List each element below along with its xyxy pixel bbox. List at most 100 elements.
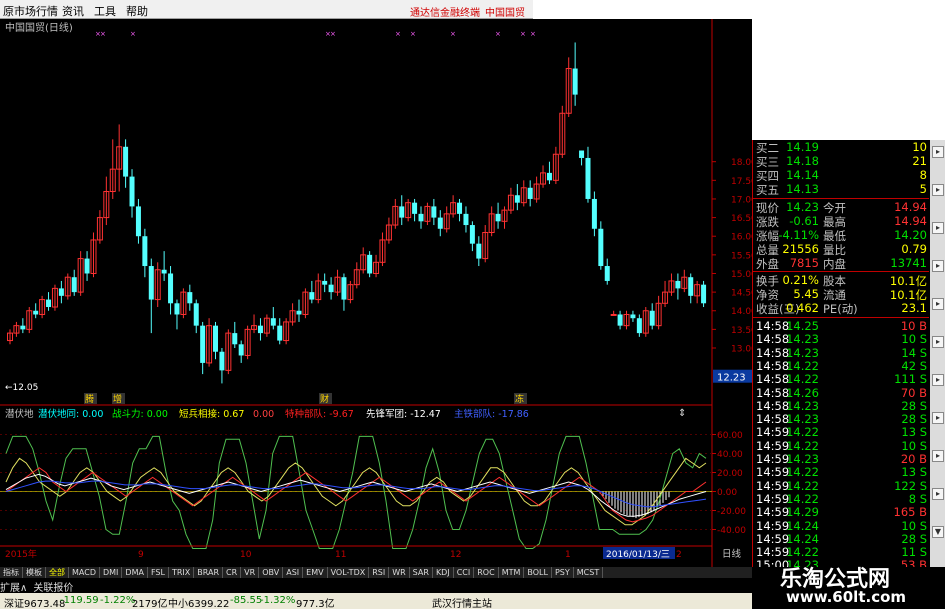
cursor-date: 2016/01/13/三 bbox=[606, 550, 670, 560]
scroll-button-icon[interactable]: ▸ bbox=[932, 146, 944, 158]
low-marker: ←12.05 bbox=[5, 383, 38, 393]
indicator-tick-label: 0.00 bbox=[717, 488, 737, 498]
indicator-tab[interactable]: 全部 bbox=[46, 567, 69, 578]
quote-separator bbox=[753, 271, 929, 272]
indicator-tab[interactable]: FSL bbox=[148, 567, 169, 578]
quote-panel: 买二 14.19 10 买三 14.18 21 买四 14.14 8 买五 14.13 5 现价 14.2… bbox=[752, 140, 945, 586]
indicator-tab[interactable]: CCI bbox=[454, 567, 475, 578]
scroll-button-icon[interactable]: ▼ bbox=[932, 526, 944, 538]
tick-row-cell: 8 S bbox=[908, 491, 927, 506]
header-link-1[interactable]: 中国国贸 bbox=[485, 4, 525, 19]
bid-row-cell: 14.18 bbox=[786, 154, 819, 168]
indicator-tab[interactable]: DMI bbox=[100, 567, 123, 578]
indicator-field: 主铁部队: -17.86 bbox=[454, 408, 529, 420]
indicator-tab[interactable]: SAR bbox=[410, 567, 433, 578]
indicator-tab[interactable]: 模板 bbox=[23, 567, 46, 578]
indicator-tab[interactable]: OBV bbox=[259, 567, 284, 578]
indicator-tab[interactable]: VOL-TDX bbox=[328, 567, 370, 578]
menu-item-3[interactable]: 帮助 bbox=[126, 3, 148, 19]
tick-row-cell: 10 S bbox=[901, 438, 927, 453]
signal-dot: × bbox=[395, 30, 401, 38]
scroll-button-icon[interactable]: ▸ bbox=[932, 222, 944, 234]
indicator-tab[interactable]: BRAR bbox=[194, 567, 224, 578]
price-tick-label: 14.00 bbox=[731, 307, 752, 317]
scroll-button-icon[interactable]: ▸ bbox=[932, 298, 944, 310]
indicator-tab[interactable]: VR bbox=[241, 567, 260, 578]
expand-icon[interactable]: ⇕ bbox=[678, 408, 686, 419]
quote-separator bbox=[753, 317, 929, 318]
scroll-button-icon[interactable]: ▸ bbox=[932, 260, 944, 272]
menu-item-2[interactable]: 工具 bbox=[94, 3, 116, 19]
stat-row-cell: -0.61 bbox=[789, 214, 819, 228]
stat-row-cell: 14.94 bbox=[894, 200, 927, 214]
indicator-tab[interactable]: PSY bbox=[552, 567, 574, 578]
period-label[interactable]: 日线 bbox=[722, 548, 742, 560]
header-link-0[interactable]: 通达信金融终端 bbox=[410, 4, 480, 19]
indicator-field: 战斗力: 0.00 bbox=[112, 408, 168, 420]
stat-row-cell: 14.20 bbox=[894, 228, 927, 242]
event-mark[interactable]: 财 bbox=[320, 393, 329, 405]
candle-body-down bbox=[701, 284, 707, 304]
tick-row-cell: 14.22 bbox=[786, 465, 819, 480]
candle-body-up bbox=[610, 313, 617, 316]
stat-row: 外盘 7815 内盘 13741 bbox=[753, 256, 929, 272]
status-bar: 深证9673.48 -119.59 -1.22% 2179亿 中小6399.22 -85.… bbox=[0, 593, 752, 609]
candle-body-down bbox=[58, 288, 64, 296]
scroll-button-icon[interactable]: ▸ bbox=[932, 488, 944, 500]
signal-dot: × bbox=[520, 30, 526, 38]
tick-row-cell: 122 S bbox=[894, 478, 927, 493]
candle-body-down bbox=[604, 266, 610, 281]
indicator-tab[interactable]: DMA bbox=[122, 567, 148, 578]
indicator-field: 短兵相接: 0.67 bbox=[179, 408, 244, 420]
kline-chart[interactable]: 中国国贸(日线) 18.00 17.50 17.00 16.50 16.00 15.50 15… bbox=[0, 19, 752, 567]
tick-row-cell: 14.22 bbox=[786, 545, 819, 560]
candle-body-down bbox=[296, 310, 302, 315]
scroll-button-icon[interactable]: ▸ bbox=[932, 184, 944, 196]
indicator-tab[interactable]: MCST bbox=[574, 567, 604, 578]
signal-dot: × bbox=[530, 30, 536, 38]
price-tick-label: 14.50 bbox=[731, 289, 752, 299]
event-mark[interactable]: 冻 bbox=[515, 393, 524, 405]
tick-row-cell: 14.23 bbox=[786, 398, 819, 413]
candle-body-down bbox=[457, 202, 463, 214]
indicator-tab[interactable]: MACD bbox=[69, 567, 100, 578]
date-tick-label: 2015年 bbox=[5, 548, 37, 560]
indicator-tab[interactable]: EMV bbox=[303, 567, 328, 578]
tick-row-cell: 10 S bbox=[901, 332, 927, 347]
candle-body-down bbox=[341, 277, 347, 300]
scroll-button-icon[interactable]: ▸ bbox=[932, 412, 944, 424]
tick-row-cell: 14.22 bbox=[786, 358, 819, 373]
candle-body-down bbox=[193, 303, 199, 326]
scroll-button-icon[interactable]: ▸ bbox=[932, 374, 944, 386]
indicator-tab[interactable]: WR bbox=[389, 567, 410, 578]
tick-row-cell: 14:59 bbox=[756, 531, 790, 546]
indicator-tab[interactable]: BOLL bbox=[524, 567, 552, 578]
tick-row-cell: 14:59 bbox=[756, 438, 790, 453]
indicator-tab[interactable]: RSI bbox=[369, 567, 390, 578]
stat-row-cell: 内盘 bbox=[823, 257, 846, 271]
menu-item-0[interactable]: 原市场行情 bbox=[3, 3, 58, 19]
quote-scrollbar[interactable]: ▸ ▸ ▸ ▸ ▸ ▸ ▸ ▸ ▸ ▸ ▼ bbox=[930, 140, 945, 567]
indicator-tab[interactable]: ROC bbox=[474, 567, 499, 578]
indicator-tab[interactable]: KDJ bbox=[433, 567, 454, 578]
tick-row-cell: 14.23 bbox=[786, 412, 819, 427]
tick-row-cell: 14:58 bbox=[756, 372, 790, 387]
indicator-tabs: 指标 模板 全部 MACD DMI DMA FSL TRIX BRAR CR VR OBV ASI EMV… bbox=[0, 567, 752, 578]
event-mark[interactable]: 腾 bbox=[85, 393, 94, 405]
stat2-row-cell: 0.462 bbox=[786, 301, 819, 315]
stat2-row-cell: 23.1 bbox=[901, 301, 927, 315]
scroll-button-icon[interactable]: ▸ bbox=[932, 336, 944, 348]
tick-row-cell: 14:58 bbox=[756, 398, 790, 413]
indicator-tab[interactable]: ASI bbox=[283, 567, 304, 578]
indicator-tab[interactable]: 指标 bbox=[0, 567, 23, 578]
candle-body-down bbox=[546, 172, 552, 181]
indicator-tab[interactable]: MTM bbox=[499, 567, 525, 578]
indicator-tab[interactable]: TRIX bbox=[169, 567, 195, 578]
menu-item-1[interactable]: 资讯 bbox=[62, 3, 84, 19]
indicator-tab[interactable]: CR bbox=[223, 567, 242, 578]
event-mark[interactable]: 增 bbox=[113, 393, 122, 405]
candle-body-down bbox=[174, 303, 180, 315]
scroll-button-icon[interactable]: ▸ bbox=[932, 450, 944, 462]
bid-row-cell: 5 bbox=[919, 182, 927, 196]
status-item: -85.55 bbox=[230, 595, 263, 606]
